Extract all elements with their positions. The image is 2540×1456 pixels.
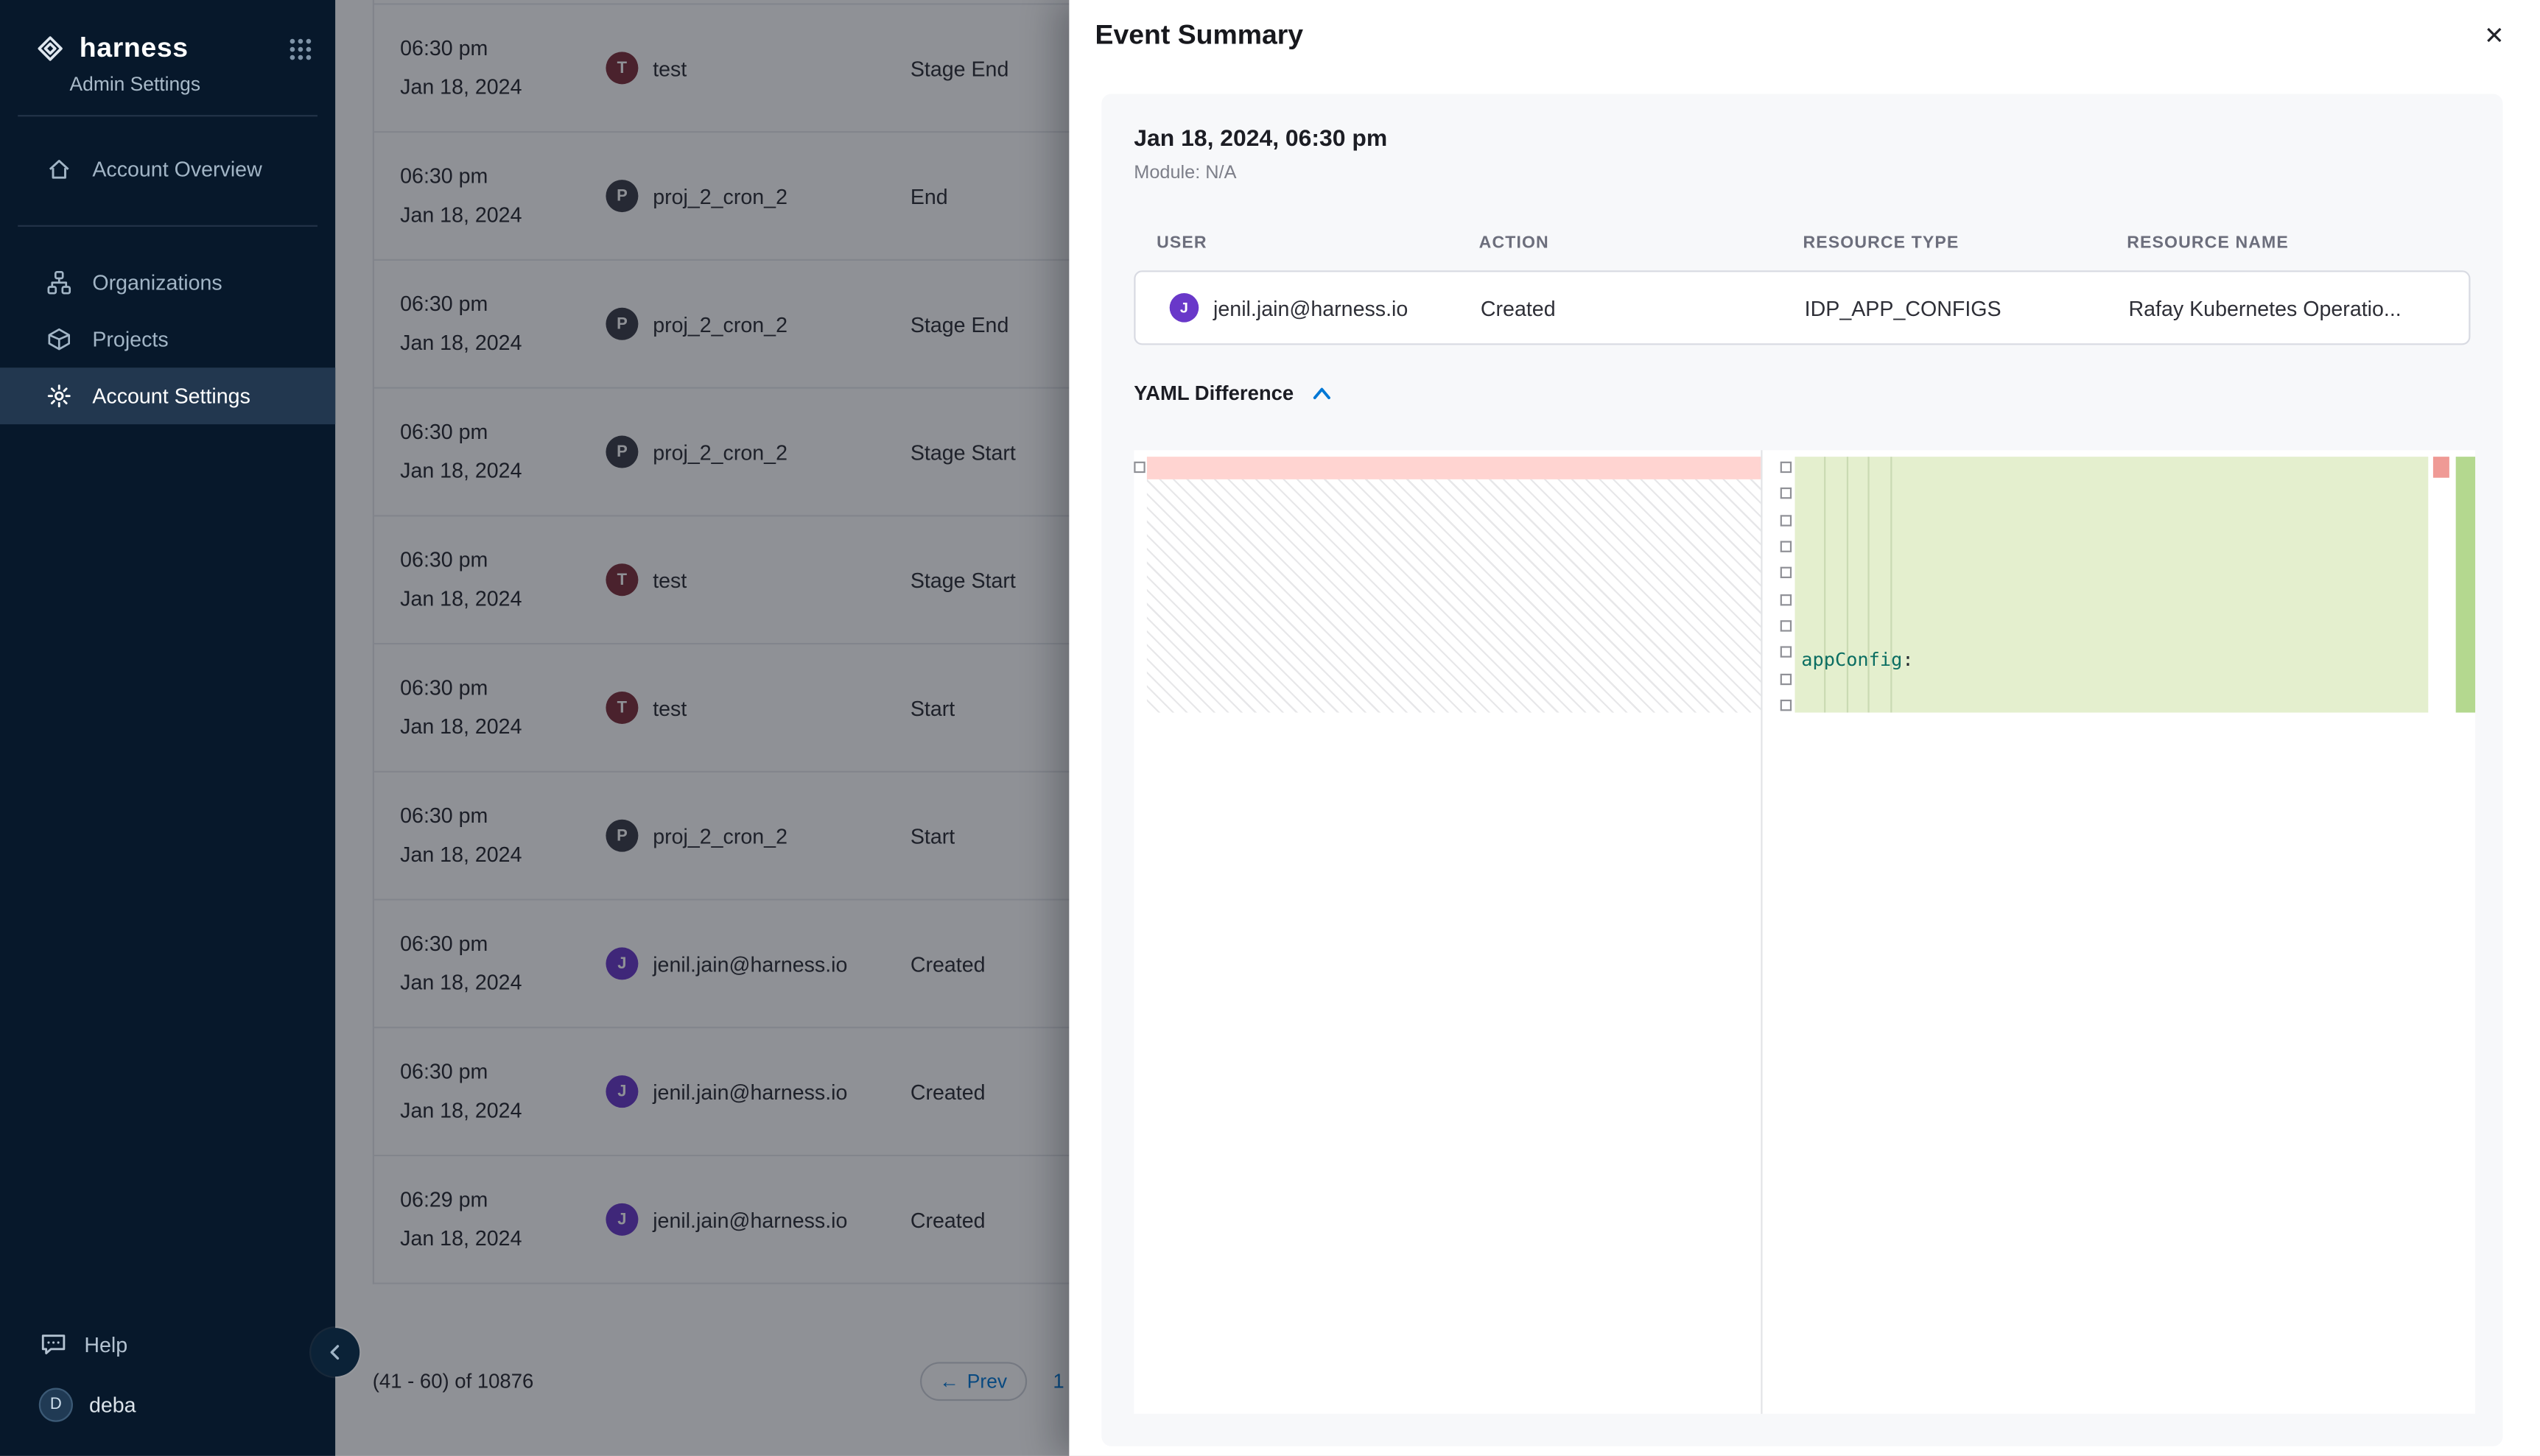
sidebar-item-account-settings[interactable]: Account Settings	[0, 367, 335, 424]
diff-fold-marker[interactable]	[1781, 594, 1792, 605]
indent-guide	[1890, 457, 1892, 712]
event-user: jenil.jain@harness.io	[1213, 295, 1408, 320]
sidebar-nav: Account Overview Organizations	[0, 116, 335, 424]
diff-fold-marker[interactable]	[1781, 700, 1792, 711]
sidebar-item-organizations[interactable]: Organizations	[0, 254, 335, 311]
sidebar-collapse-button[interactable]	[311, 1328, 359, 1376]
column-resource-name: RESOURCE NAME	[2127, 233, 2447, 253]
help-button[interactable]: Help	[0, 1317, 335, 1372]
close-icon[interactable]: ✕	[2477, 15, 2511, 57]
projects-icon	[46, 327, 71, 351]
diff-fold-marker[interactable]	[1781, 515, 1792, 526]
yaml-difference-label: YAML Difference	[1134, 382, 1294, 405]
user-name: deba	[89, 1392, 136, 1416]
diff-fold-marker[interactable]	[1781, 462, 1792, 473]
diff-fold-marker[interactable]	[1781, 541, 1792, 552]
event-card: Jan 18, 2024, 06:30 pm Module: N/A USER …	[1101, 94, 2502, 1446]
sidebar-footer: Help D deba	[0, 1317, 335, 1437]
diff-fold-marker[interactable]	[1134, 462, 1145, 473]
event-summary-drawer: Event Summary ✕ Jan 18, 2024, 06:30 pm M…	[1069, 0, 2540, 1456]
indent-guide	[1824, 457, 1825, 712]
brand-name: harness	[80, 32, 189, 65]
diff-empty-region	[1147, 479, 1761, 713]
diff-fold-marker[interactable]	[1781, 674, 1792, 685]
indent-guide	[1867, 457, 1869, 712]
event-resource-type: IDP_APP_CONFIGS	[1805, 295, 2129, 320]
sidebar-subtitle: Admin Settings	[70, 73, 336, 96]
column-action: ACTION	[1479, 233, 1803, 253]
organizations-icon	[46, 270, 71, 295]
diff-fold-marker[interactable]	[1781, 620, 1792, 631]
column-user: USER	[1157, 233, 1479, 253]
sidebar-item-label: Account Settings	[92, 384, 250, 408]
avatar: D	[39, 1387, 73, 1421]
drawer-header: Event Summary ✕	[1069, 0, 2540, 71]
diff-fold-marker[interactable]	[1781, 488, 1792, 499]
overview-ruler-removed	[2433, 457, 2449, 478]
sidebar-item-projects[interactable]: Projects	[0, 311, 335, 367]
app-grid-icon[interactable]	[288, 36, 312, 60]
drawer-title: Event Summary	[1095, 19, 1304, 52]
column-resource-type: RESOURCE TYPE	[1803, 233, 2127, 253]
yaml-line: appConfig:	[1801, 646, 2428, 672]
home-icon	[46, 157, 71, 181]
chevron-up-icon[interactable]	[1310, 384, 1333, 403]
sidebar-header: harness	[0, 0, 335, 65]
sidebar: harness Admin Settings Account Overview	[0, 0, 335, 1456]
event-module: Module: N/A	[1134, 163, 2470, 183]
harness-logo-icon	[35, 34, 65, 63]
diff-fold-marker[interactable]	[1781, 646, 1792, 657]
event-resource-name: Rafay Kubernetes Operatio...	[2128, 295, 2446, 320]
event-action: Created	[1481, 295, 1805, 320]
overview-ruler-added[interactable]	[2456, 457, 2475, 712]
event-table-header: USER ACTION RESOURCE TYPE RESOURCE NAME	[1134, 233, 2470, 253]
yaml-diff-editor[interactable]: appConfig: configs: |- proxy: '/rs-plugi…	[1134, 450, 2475, 1413]
diff-removed-line	[1147, 457, 1761, 479]
app: harness Admin Settings Account Overview	[0, 0, 2540, 1456]
diff-added-block: appConfig: configs: |- proxy: '/rs-plugi…	[1795, 457, 2428, 712]
sidebar-item-label: Account Overview	[92, 157, 262, 181]
sidebar-item-label: Projects	[92, 327, 168, 351]
chevron-left-icon	[326, 1343, 345, 1362]
help-label: Help	[84, 1332, 127, 1357]
gear-icon	[46, 384, 71, 408]
diff-fold-marker[interactable]	[1781, 567, 1792, 578]
chat-icon	[41, 1332, 66, 1357]
yaml-difference-section: YAML Difference	[1134, 382, 2470, 405]
indent-guide	[1847, 457, 1848, 712]
sidebar-item-account-overview[interactable]: Account Overview	[0, 141, 335, 197]
event-row: J jenil.jain@harness.io Created IDP_APP_…	[1134, 270, 2470, 345]
diff-pane-separator[interactable]	[1761, 450, 1762, 1413]
event-user-cell: J jenil.jain@harness.io	[1158, 293, 1481, 323]
avatar: J	[1170, 293, 1199, 323]
divider	[18, 225, 318, 227]
user-menu[interactable]: D deba	[0, 1372, 335, 1437]
event-datetime: Jan 18, 2024, 06:30 pm	[1134, 127, 2470, 152]
sidebar-item-label: Organizations	[92, 270, 222, 295]
